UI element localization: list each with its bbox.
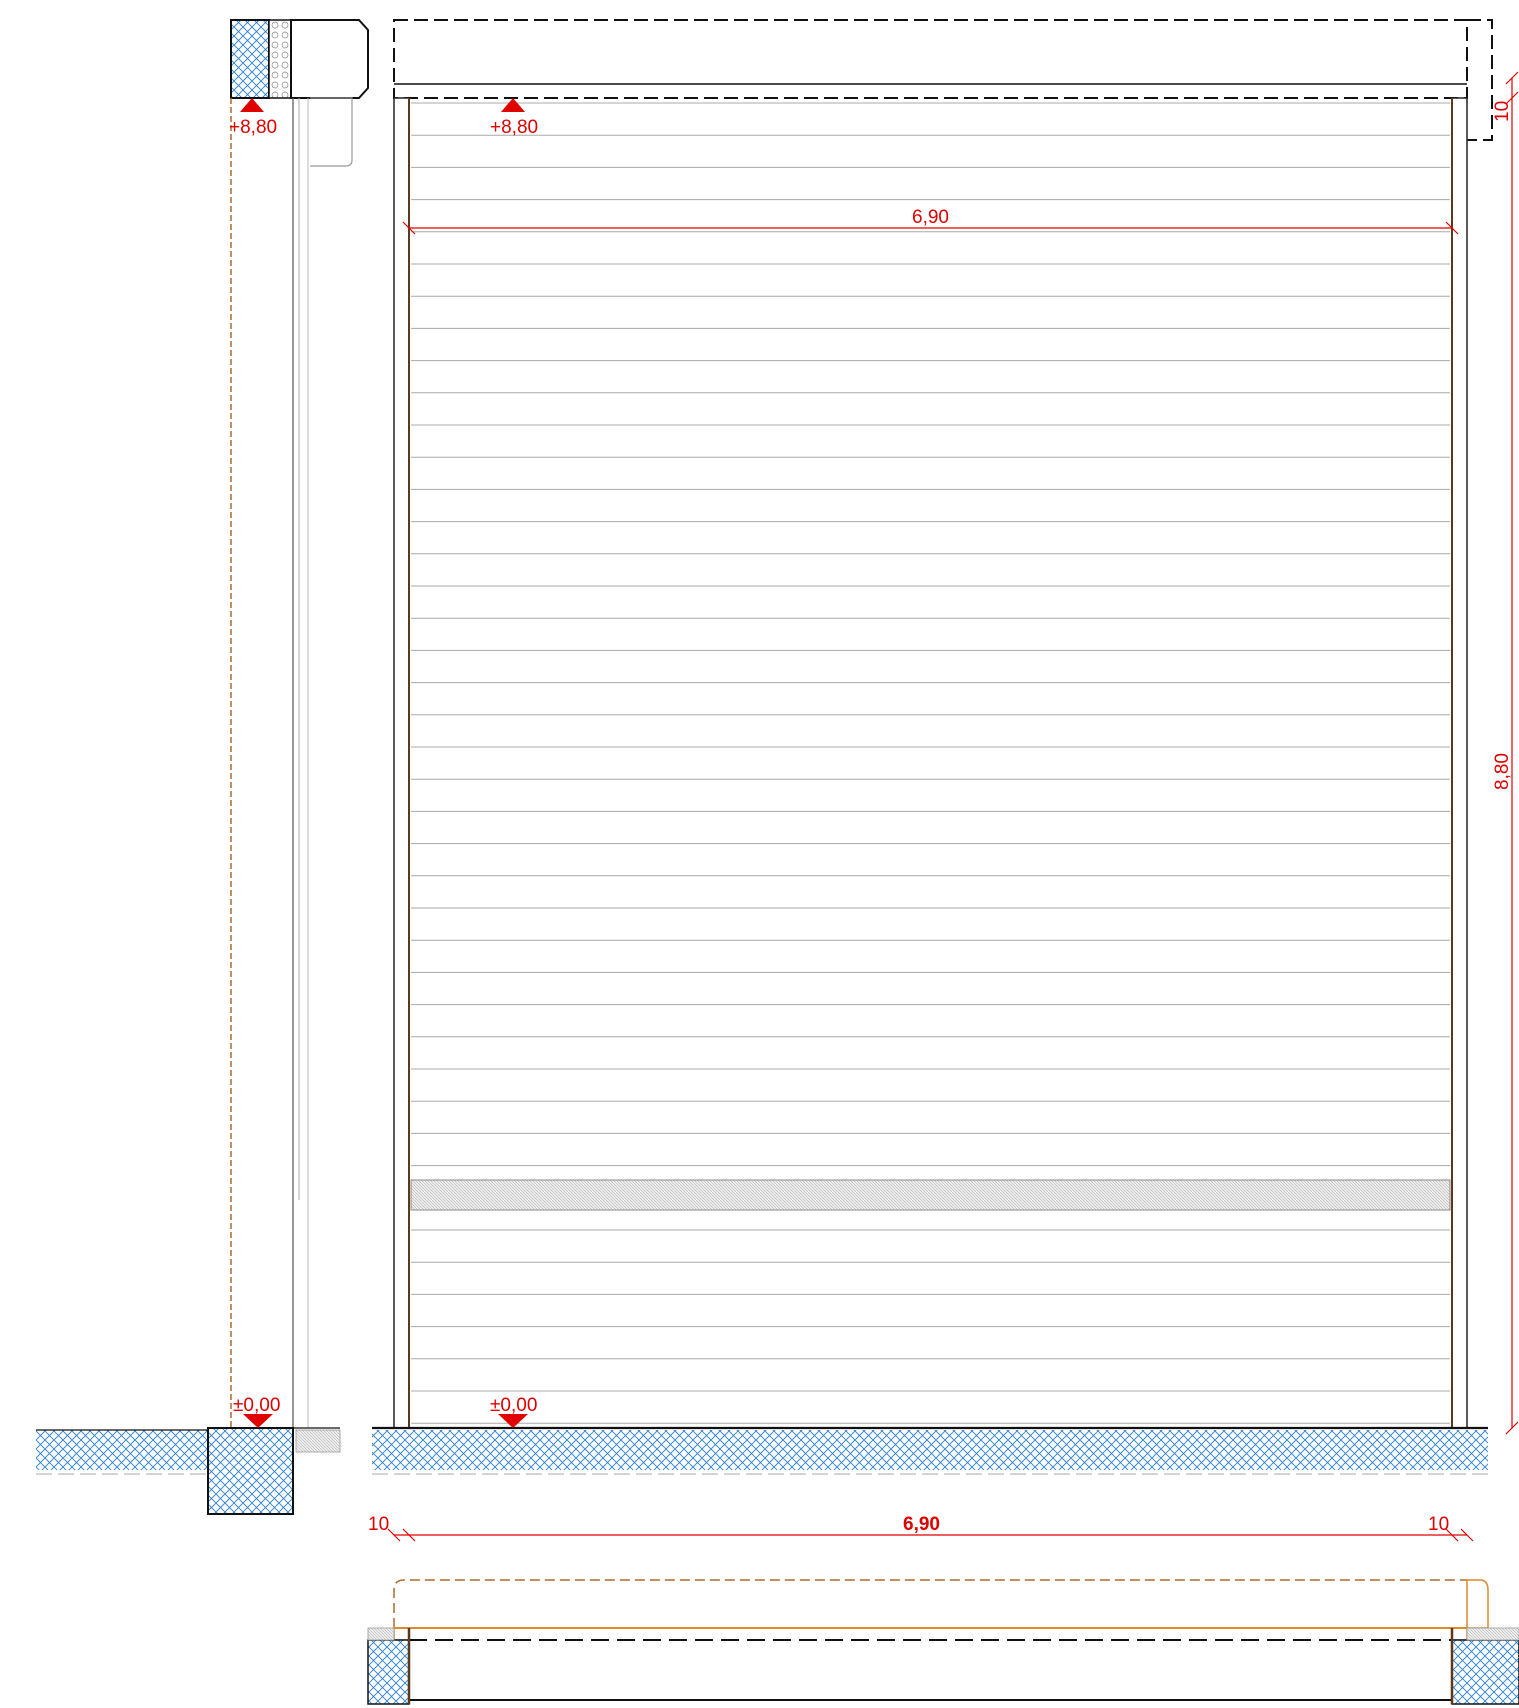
lintel-wall (230, 19, 270, 99)
guide-rail-right (1451, 97, 1468, 1429)
floor-level-text-section: ±0,00 (233, 1395, 280, 1416)
plan-wall-left (367, 1639, 410, 1705)
curtain-slats (411, 102, 1450, 1424)
plan-width-text: 6,90 (903, 1514, 940, 1535)
plan-wall-right (1451, 1639, 1519, 1705)
guide-rail-left (393, 97, 410, 1429)
top-level-text-section: +8,80 (229, 117, 277, 138)
shutter-box-outline (393, 19, 1468, 99)
section-view: +8,80 ±0,00 (36, 19, 369, 1515)
plan-left-guide (393, 1627, 410, 1641)
floor-level-marker-section (243, 1414, 273, 1428)
elevation-view: +8,80 ±0,00 6,90 8,80 10 (372, 19, 1519, 1475)
box-dimension-text: 10 (1492, 101, 1513, 122)
top-level-marker-section (240, 98, 264, 112)
top-level-marker-elevation (501, 98, 525, 112)
top-level-text-elevation: +8,80 (490, 117, 538, 138)
ground-slab-elevation (372, 1430, 1488, 1470)
vision-panel (410, 1179, 1451, 1211)
plan-finish-left (367, 1627, 395, 1641)
roller-shutter-drawing: +8,80 ±0,00 +8,80 ±0,00 6,90 8,80 10 10 … (36, 19, 1519, 1705)
floor-level-marker-elevation (498, 1414, 528, 1428)
plan-right-guide (1451, 1627, 1468, 1641)
lintel-insulation (268, 19, 292, 99)
ground-slab-left (36, 1430, 208, 1470)
height-dimension-text: 8,80 (1492, 753, 1513, 790)
shutter-box-end-cap (1467, 19, 1493, 141)
floor-finish (295, 1429, 341, 1453)
plan-right-cap (1466, 1579, 1489, 1629)
shutter-box-section (290, 19, 369, 99)
plan-left-jamb-text: 10 (368, 1514, 389, 1535)
plan-right-jamb-text: 10 (1428, 1514, 1449, 1535)
plan-finish-right (1466, 1627, 1519, 1641)
plan-view: 10 6,90 10 (367, 1514, 1519, 1705)
foundation-footing (207, 1427, 294, 1515)
width-dimension-text: 6,90 (912, 207, 949, 228)
plan-shutter-box (393, 1579, 1467, 1628)
floor-level-text-elevation: ±0,00 (490, 1395, 537, 1416)
guide-rail-section (310, 97, 353, 167)
